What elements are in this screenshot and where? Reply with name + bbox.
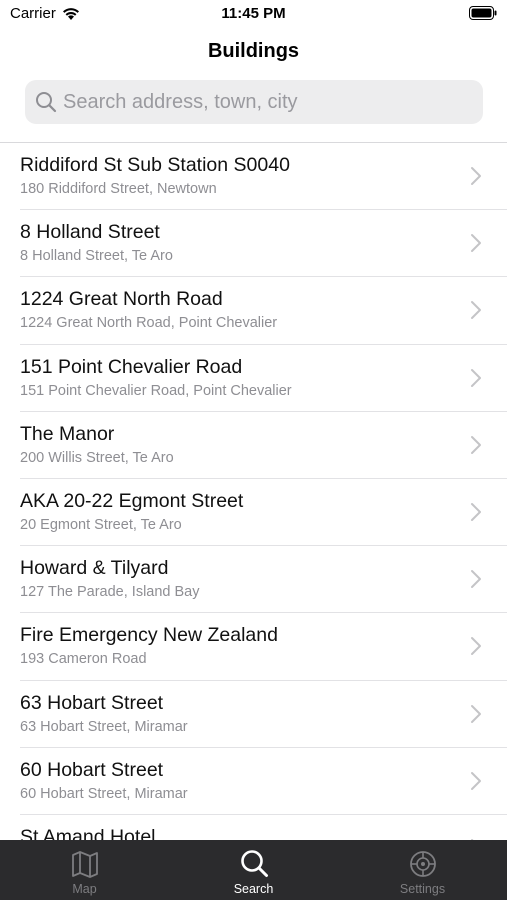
tab-map[interactable]: Map xyxy=(0,840,169,900)
chevron-right-icon xyxy=(471,301,481,320)
tab-bar: Map Search Settings xyxy=(0,840,507,900)
list-item[interactable]: Riddiford St Sub Station S0040 180 Riddif… xyxy=(0,143,507,211)
list-item[interactable]: AKA 20-22 Egmont Street 20 Egmont Street,… xyxy=(0,479,507,547)
building-address: 151 Point Chevalier Road, Point Chevalie… xyxy=(20,382,292,399)
building-name: Riddiford St Sub Station S0040 xyxy=(20,154,290,176)
tab-label: Map xyxy=(72,882,97,896)
search-bar[interactable] xyxy=(25,80,483,124)
building-name: 60 Hobart Street xyxy=(20,758,164,781)
chevron-right-icon xyxy=(471,234,481,253)
search-icon xyxy=(36,92,57,113)
status-bar: Carrier 11:45 PM xyxy=(0,0,507,28)
building-name: Howard & Tilyard xyxy=(20,557,169,580)
building-name: 151 Point Chevalier Road xyxy=(20,355,243,378)
chevron-right-icon xyxy=(471,771,481,790)
building-address: 1224 Great North Road, Point Chevalier xyxy=(20,315,278,332)
page-title: Buildings xyxy=(207,40,300,62)
building-address: 127 The Parade, Island Bay xyxy=(20,584,200,601)
list-item[interactable]: Fire Emergency New Zealand 193 Cameron Ro… xyxy=(0,613,507,681)
chevron-right-icon xyxy=(471,502,481,521)
building-name: 8 Holland Street xyxy=(20,221,160,244)
search-icon xyxy=(240,850,268,877)
building-name: The Manor xyxy=(20,422,115,445)
list-item[interactable]: 8 Holland Street 8 Holland Street, Te Aro xyxy=(0,210,507,278)
battery-icon xyxy=(469,6,497,20)
building-address: 60 Hobart Street, Miramar xyxy=(20,785,188,802)
building-name: 63 Hobart Street xyxy=(20,691,164,714)
chevron-right-icon xyxy=(471,704,481,723)
status-time: 11:45 PM xyxy=(221,5,286,22)
tab-label: Settings xyxy=(399,882,446,896)
screen: Carrier 11:45 PM Buildings Riddiford St … xyxy=(0,0,507,900)
list-item[interactable]: The Manor 200 Willis Street, Te Aro xyxy=(0,412,507,479)
chevron-right-icon xyxy=(471,435,481,454)
building-address: 200 Willis Street, Te Aro xyxy=(20,449,174,466)
search-input[interactable] xyxy=(63,90,463,114)
building-list: Riddiford St Sub Station S0040 180 Riddif… xyxy=(0,143,507,883)
building-name: 1224 Great North Road xyxy=(20,288,223,311)
building-address: 20 Egmont Street, Te Aro xyxy=(20,516,182,533)
list-item[interactable]: 151 Point Chevalier Road 151 Point Cheval… xyxy=(0,345,507,412)
map-icon xyxy=(71,851,98,878)
chevron-right-icon xyxy=(471,167,481,185)
building-address: 180 Riddiford Street, Newtown xyxy=(20,181,217,197)
building-name: AKA 20-22 Egmont Street xyxy=(20,489,244,512)
list-item[interactable]: Howard & Tilyard 127 The Parade, Island B… xyxy=(0,546,507,614)
settings-icon xyxy=(409,851,436,877)
building-address: 8 Holland Street, Te Aro xyxy=(20,248,173,265)
list-item[interactable]: 63 Hobart Street 63 Hobart Street, Mirama… xyxy=(0,681,507,748)
building-name: Fire Emergency New Zealand xyxy=(20,624,278,647)
tab-settings[interactable]: Settings xyxy=(338,840,507,900)
list-item[interactable]: 60 Hobart Street 60 Hobart Street, Mirama… xyxy=(0,748,507,815)
building-address: 193 Cameron Road xyxy=(20,651,147,668)
chevron-right-icon xyxy=(471,570,481,589)
list-item[interactable]: 1224 Great North Road 1224 Great North Ro… xyxy=(0,277,507,345)
chevron-right-icon xyxy=(471,368,481,387)
chevron-right-icon xyxy=(471,637,481,656)
tab-search[interactable]: Search xyxy=(169,840,338,900)
tab-label: Search xyxy=(233,882,274,896)
building-address: 63 Hobart Street, Miramar xyxy=(20,718,188,735)
